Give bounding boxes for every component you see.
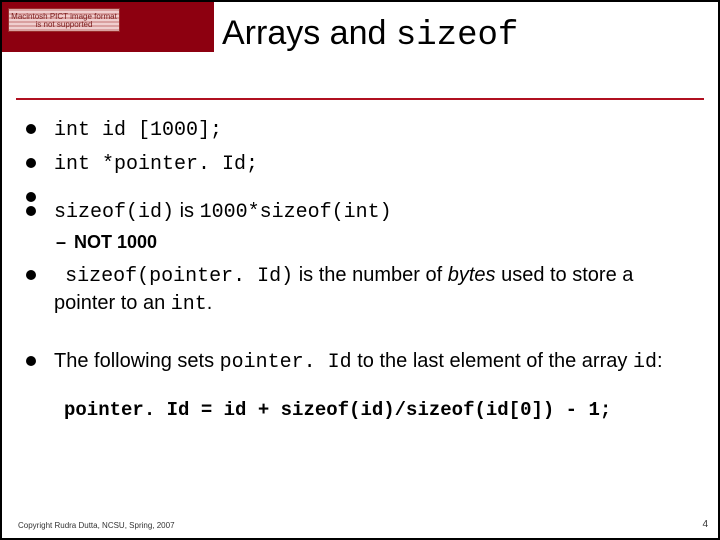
bullet-3: sizeof(id) is 1000*sizeof(int) NOT 1000	[50, 198, 690, 254]
title-text-mono: sizeof	[396, 17, 518, 55]
bullet-1: int id [1000];	[50, 116, 690, 144]
bullet-3-sub: NOT 1000	[56, 230, 690, 254]
pict-placeholder-badge: Macintosh PICT image format is not suppo…	[8, 8, 120, 32]
bullet-5-t1: The following sets	[54, 350, 220, 372]
spacer-biggap	[50, 324, 690, 348]
bullet-2-code: int *pointer. Id;	[54, 153, 258, 176]
bullet-3-sub-text: NOT 1000	[74, 232, 157, 252]
bullet-5-c2: id	[633, 351, 657, 374]
page-number: 4	[702, 519, 708, 530]
bullet-4-t1: is the number of	[293, 264, 448, 286]
copyright-footer: Copyright Rudra Dutta, NCSU, Spring, 200…	[18, 521, 175, 530]
title-text-plain: Arrays and	[222, 14, 396, 52]
bullet-3-sublist: NOT 1000	[56, 230, 690, 254]
spacer-gap	[50, 184, 690, 198]
bullet-4-em: bytes	[448, 264, 496, 286]
bullet-3-code-pre: sizeof(id)	[54, 201, 174, 224]
bullet-1-code: int id [1000];	[54, 119, 222, 142]
bullet-3-code-post: 1000*sizeof(int)	[200, 201, 392, 224]
bullet-3-mid: is	[174, 200, 200, 222]
bullet-4-tail-code: int	[171, 293, 207, 316]
bullet-list: int id [1000]; int *pointer. Id; sizeof(…	[50, 116, 690, 376]
slide-title: Arrays and sizeof	[214, 2, 718, 55]
slide: Macintosh PICT image format is not suppo…	[0, 0, 720, 540]
bullet-5-t3: :	[657, 350, 663, 372]
slide-body: int id [1000]; int *pointer. Id; sizeof(…	[2, 98, 718, 510]
bullet-5-t2: to the last element of the array	[352, 350, 633, 372]
bullet-4: sizeof(pointer. Id) is the number of byt…	[50, 262, 690, 318]
bullet-5-c1: pointer. Id	[220, 351, 352, 374]
bullet-2: int *pointer. Id;	[50, 150, 690, 178]
bullet-5: The following sets pointer. Id to the la…	[50, 348, 690, 376]
bullet-4-period: .	[207, 292, 213, 314]
code-example-line: pointer. Id = id + sizeof(id)/sizeof(id[…	[50, 398, 690, 424]
bullet-4-lead-code: sizeof(pointer. Id)	[65, 265, 293, 288]
